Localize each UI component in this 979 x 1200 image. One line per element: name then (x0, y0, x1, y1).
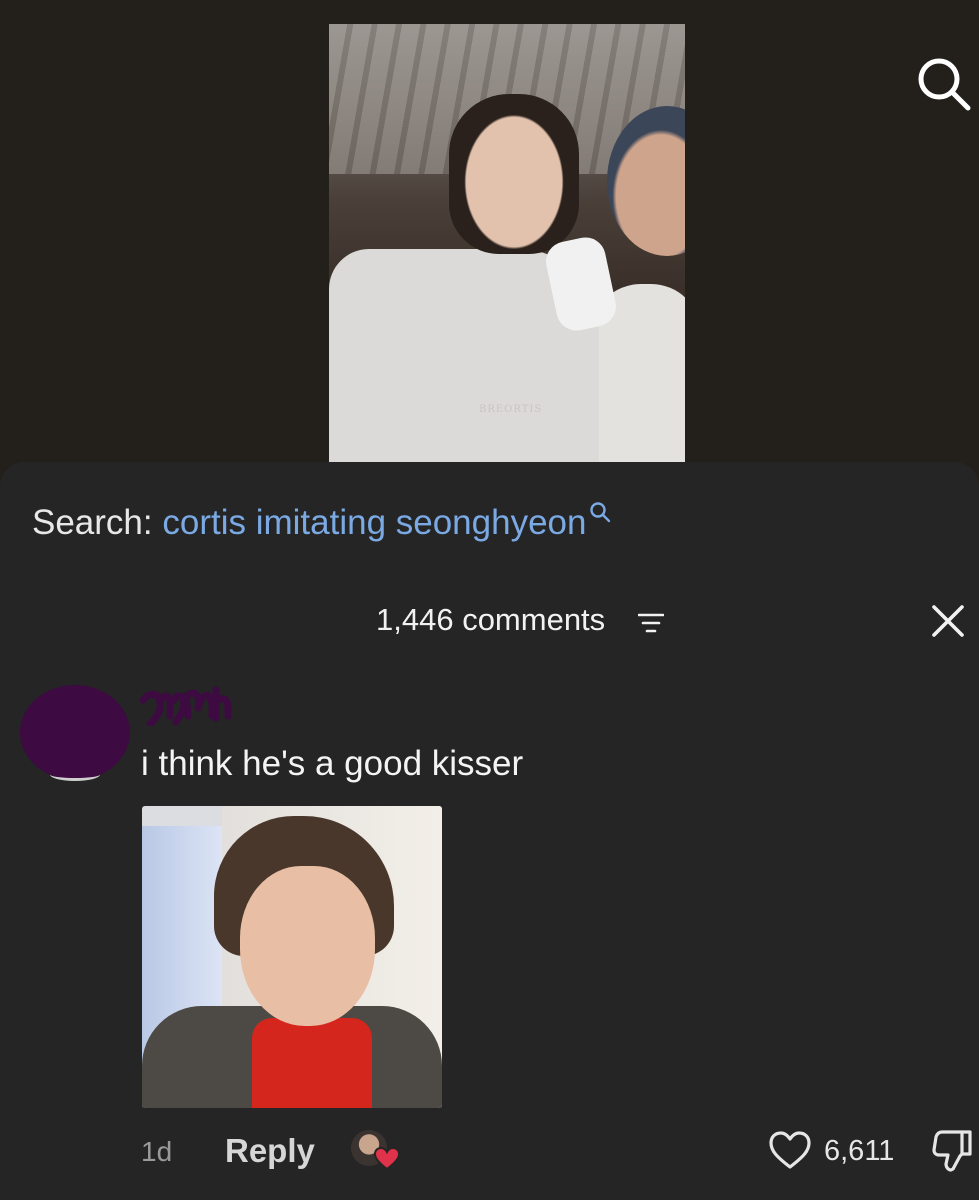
video-thumbnail[interactable]: BREORTIS (329, 24, 685, 464)
search-query-link[interactable]: cortis imitating seonghyeon (162, 503, 586, 542)
comment-image[interactable] (142, 806, 442, 1108)
heart-icon[interactable] (768, 1130, 812, 1170)
comment-timestamp: 1d (141, 1136, 173, 1167)
dislike-icon[interactable] (932, 1128, 974, 1172)
video-player[interactable]: BREORTIS (0, 0, 979, 470)
reply-button[interactable]: Reply (225, 1132, 315, 1170)
search-icon[interactable] (914, 54, 972, 112)
comments-count: 1,446 comments (376, 602, 606, 637)
commenter-username-redacted[interactable] (140, 686, 240, 726)
commenter-avatar[interactable] (20, 685, 130, 780)
search-query-icon (590, 502, 611, 523)
sort-icon[interactable] (638, 612, 664, 634)
search-suggestion[interactable]: Search: cortis imitating seonghyeon (32, 502, 611, 543)
comment-image-face (240, 866, 375, 1026)
video-person-left (449, 94, 579, 254)
close-icon[interactable] (931, 604, 965, 638)
search-prefix: Search: (32, 503, 153, 542)
comment-text: i think he's a good kisser (141, 744, 524, 783)
video-watermark: BREORTIS (479, 404, 543, 415)
creator-heart-icon (374, 1147, 400, 1171)
avatar-ring (50, 768, 100, 781)
comment-image-shirt (252, 1018, 372, 1108)
like-count: 6,611 (824, 1135, 895, 1167)
